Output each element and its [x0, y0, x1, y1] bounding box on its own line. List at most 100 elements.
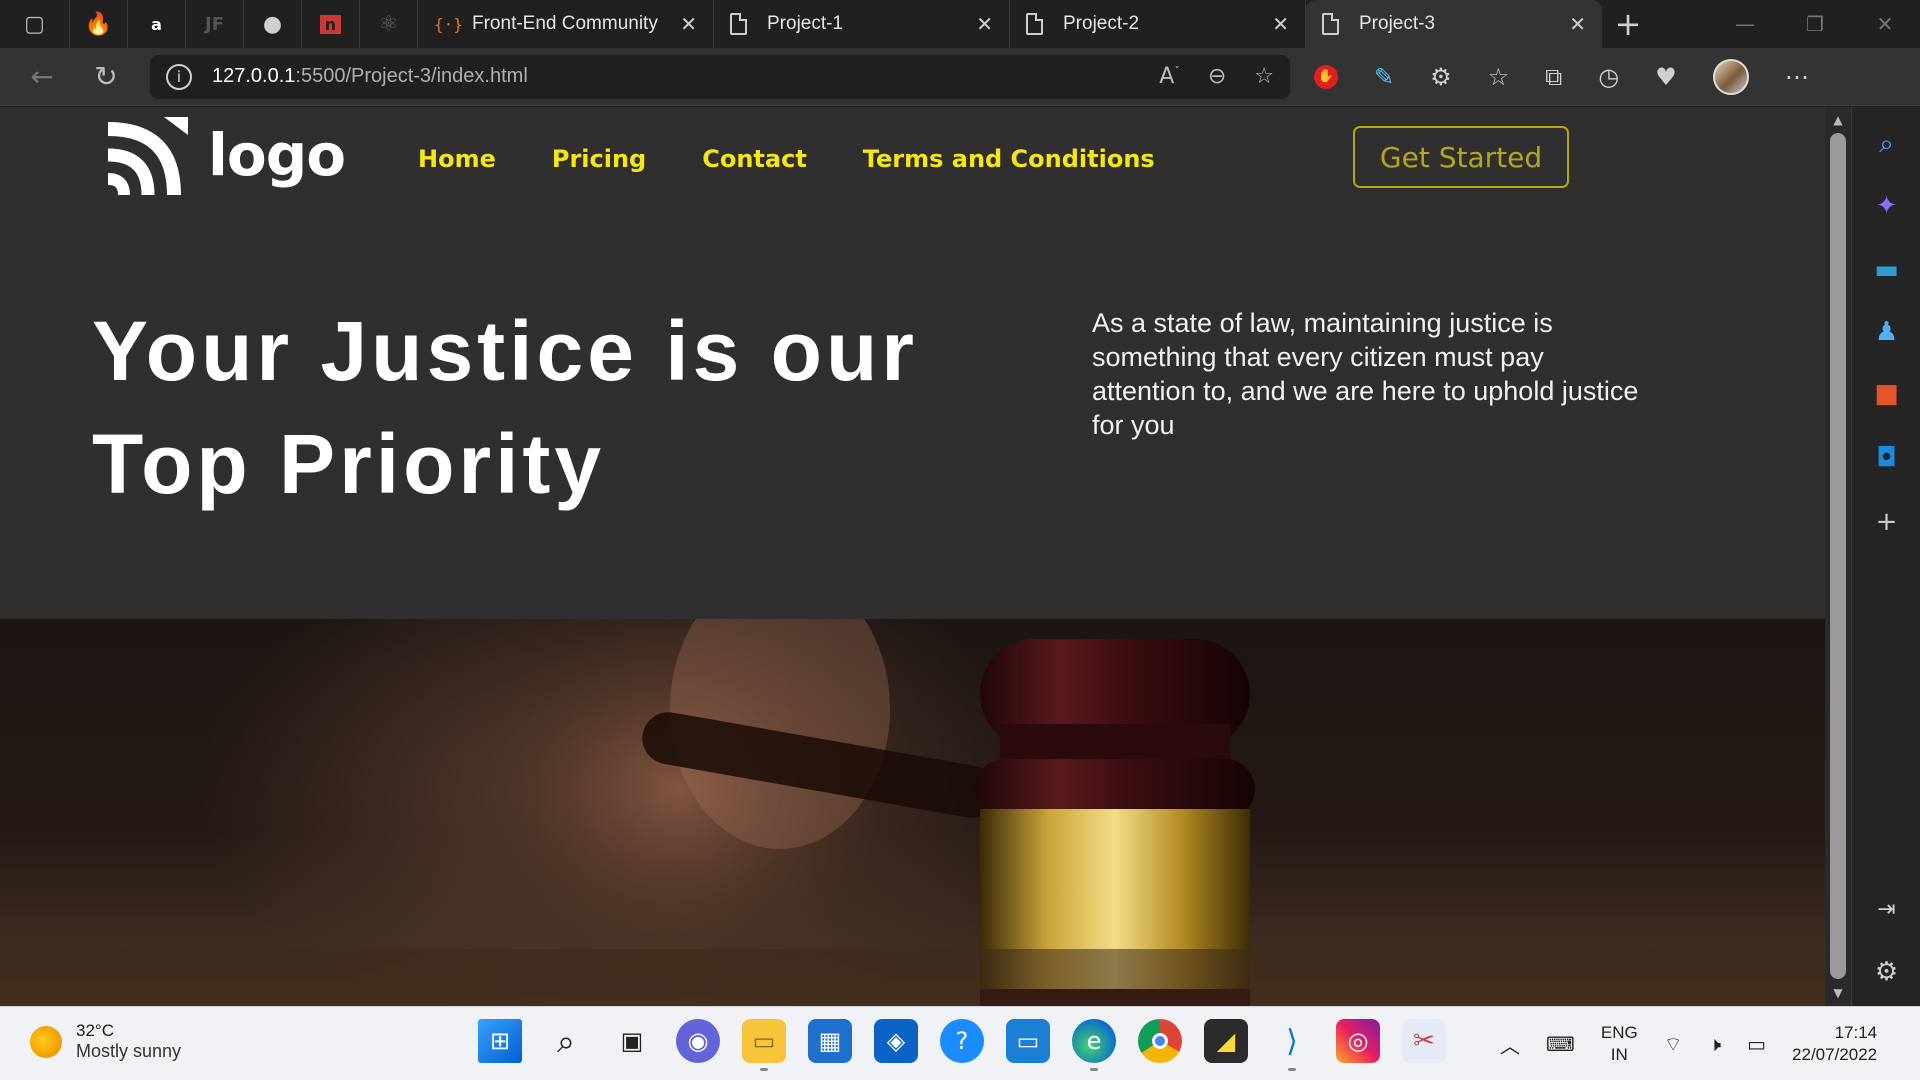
weather-widget[interactable]: 32°C Mostly sunny — [30, 1021, 181, 1062]
system-clock[interactable]: 17:14 22/07/2022 — [1792, 1022, 1877, 1066]
taskbar-search-icon[interactable]: ⌕ — [544, 1019, 588, 1063]
screen: ▢ 🔥 a JF ● n ⚛ {·} Front-End Community ✕… — [0, 0, 1920, 1080]
search-icon[interactable]: ⌕ — [1852, 129, 1920, 160]
adblock-icon[interactable]: ✋ — [1314, 64, 1338, 89]
npm-icon[interactable]: n — [302, 0, 360, 48]
teams-chat-icon[interactable]: ◉ — [676, 1019, 720, 1063]
chrome-icon[interactable] — [1138, 1019, 1182, 1063]
remote-desktop-icon[interactable]: ▭ — [1006, 1019, 1050, 1063]
close-tab-icon[interactable]: ✕ — [1272, 12, 1289, 36]
edge-browser-icon[interactable]: e — [1072, 1019, 1116, 1071]
close-window-icon[interactable]: ✕ — [1850, 12, 1920, 36]
close-tab-icon[interactable]: ✕ — [680, 12, 697, 36]
firebase-icon[interactable]: 🔥 — [70, 0, 128, 48]
nav-terms[interactable]: Terms and Conditions — [863, 145, 1155, 173]
tab-project-2[interactable]: Project-2 ✕ — [1010, 0, 1306, 48]
gavel-illustration — [0, 619, 1825, 1006]
minimize-icon[interactable]: — — [1710, 12, 1780, 36]
scroll-up-icon[interactable]: ▲ — [1825, 113, 1851, 127]
office-icon[interactable]: ■ — [1852, 379, 1920, 409]
document-icon — [730, 13, 747, 35]
tab-front-end-community[interactable]: {·} Front-End Community ✕ — [418, 0, 714, 48]
nav-pricing[interactable]: Pricing — [552, 145, 646, 173]
nav-contact[interactable]: Contact — [702, 145, 807, 173]
scroll-thumb[interactable] — [1830, 133, 1846, 979]
task-view-icon[interactable]: ▣ — [610, 1019, 654, 1063]
document-icon — [1322, 13, 1339, 35]
vscode-icon[interactable]: ⟩ — [1270, 1019, 1314, 1071]
region-code: IN — [1610, 1045, 1628, 1064]
volume-icon[interactable]: 🕨 — [1709, 1032, 1722, 1056]
react-icon[interactable]: ⚛ — [360, 0, 418, 48]
instagram-icon[interactable]: ◎ — [1336, 1019, 1380, 1063]
site-logo[interactable]: logo — [104, 115, 346, 195]
language-indicator[interactable]: ENG IN — [1601, 1022, 1638, 1066]
web-page: logo Home Pricing Contact Terms and Cond… — [0, 107, 1825, 1006]
history-icon[interactable]: ◷ — [1598, 63, 1619, 91]
sticky-notes-icon[interactable]: ◢ — [1204, 1019, 1248, 1063]
collections-icon[interactable]: ⧉ — [1545, 63, 1562, 91]
wifi-icon[interactable]: ⌔ — [1664, 1032, 1683, 1057]
touch-keyboard-icon[interactable]: ⌨ — [1546, 1032, 1575, 1056]
favorites-icon[interactable]: ☆ — [1488, 63, 1510, 91]
close-tab-icon[interactable]: ✕ — [1569, 12, 1586, 36]
pen-extension-icon[interactable]: ✎ — [1374, 63, 1394, 91]
jotform-icon[interactable]: JF — [186, 0, 244, 48]
get-help-icon[interactable]: ? — [940, 1019, 984, 1063]
tab-project-3[interactable]: Project-3 ✕ — [1306, 0, 1602, 48]
extensions-icon[interactable]: ⚙ — [1430, 63, 1452, 91]
games-icon[interactable]: ♟ — [1852, 317, 1920, 347]
discover-icon[interactable]: ✦ — [1852, 191, 1920, 221]
code-braces-icon: {·} — [434, 14, 463, 34]
show-hidden-icons-chevron-icon[interactable]: ︿ — [1500, 1030, 1520, 1059]
profile-avatar[interactable] — [1712, 58, 1749, 95]
outlook-icon[interactable]: ◘ — [1852, 443, 1920, 473]
restore-icon[interactable]: ❐ — [1780, 12, 1850, 36]
nav-home[interactable]: Home — [418, 145, 496, 173]
more-options-icon[interactable]: ⋯ — [1785, 63, 1809, 91]
page-scrollbar[interactable]: ▲ ▼ — [1825, 107, 1851, 1006]
taskbar-apps: ⊞ ⌕ ▣ ◉ ▭ ▦ ◈ ? ▭ e ◢ ⟩ ◎ ✂ — [478, 1019, 1446, 1071]
add-favorite-icon[interactable]: ☆ — [1254, 64, 1274, 89]
refresh-icon[interactable]: ↻ — [74, 60, 138, 93]
language-code: ENG — [1600, 1023, 1638, 1042]
address-bar[interactable]: i 127.0.0.1:5500/Project-3/index.html Aˇ… — [150, 54, 1290, 99]
settings-gear-icon[interactable]: ⚙ — [1852, 957, 1920, 987]
hide-sidebar-icon[interactable]: ⇥ — [1852, 897, 1920, 922]
new-tab-button[interactable]: + — [1602, 5, 1654, 43]
close-tab-icon[interactable]: ✕ — [976, 12, 993, 36]
weather-description: Mostly sunny — [76, 1041, 182, 1061]
logo-mark-icon — [107, 117, 188, 195]
read-aloud-icon[interactable]: Aˇ — [1159, 64, 1180, 89]
window-controls: — ❐ ✕ — [1710, 12, 1920, 36]
browser-sidebar-icon[interactable]: ▢ — [0, 0, 70, 48]
snipping-tool-icon[interactable]: ✂ — [1402, 1019, 1446, 1063]
site-info-icon[interactable]: i — [166, 63, 192, 90]
get-started-button[interactable]: Get Started — [1353, 126, 1569, 188]
hero-description: As a state of law, maintaining justice i… — [1092, 308, 1639, 440]
github-icon[interactable]: ● — [244, 0, 302, 48]
gavel-hero-image — [0, 619, 1825, 1006]
edge-sidebar: ⌕ ✦ ▬ ♟ ■ ◘ + ⇥ ⚙ — [1851, 107, 1920, 1006]
amazon-icon[interactable]: a — [128, 0, 186, 48]
back-arrow-icon[interactable]: ← — [10, 60, 74, 93]
scroll-down-icon[interactable]: ▼ — [1825, 986, 1851, 1000]
tab-project-1[interactable]: Project-1 ✕ — [714, 0, 1010, 48]
tools-icon[interactable]: ▬ — [1852, 255, 1920, 285]
sun-icon — [30, 1025, 62, 1058]
site-header: logo Home Pricing Contact Terms and Cond… — [0, 107, 1825, 217]
windows-start-icon[interactable]: ⊞ — [478, 1019, 522, 1063]
add-sidebar-app-icon[interactable]: + — [1852, 507, 1920, 537]
zoom-out-icon[interactable]: ⊖ — [1208, 64, 1226, 89]
file-explorer-icon[interactable]: ▭ — [742, 1019, 786, 1071]
outlook-taskbar-icon[interactable]: ◈ — [874, 1019, 918, 1063]
microsoft-store-icon[interactable]: ▦ — [808, 1019, 852, 1063]
tab-label: Project-3 — [1359, 13, 1436, 34]
clock-time: 17:14 — [1834, 1023, 1878, 1042]
browser-toolbar: ← ↻ i 127.0.0.1:5500/Project-3/index.htm… — [0, 48, 1920, 106]
clock-date: 22/07/2022 — [1792, 1045, 1878, 1064]
performance-icon[interactable]: ♥ — [1655, 63, 1677, 91]
url-host: 127.0.0.1 — [212, 65, 296, 87]
tab-label: Front-End Community — [472, 13, 658, 34]
battery-icon[interactable]: ▭ — [1747, 1032, 1766, 1056]
